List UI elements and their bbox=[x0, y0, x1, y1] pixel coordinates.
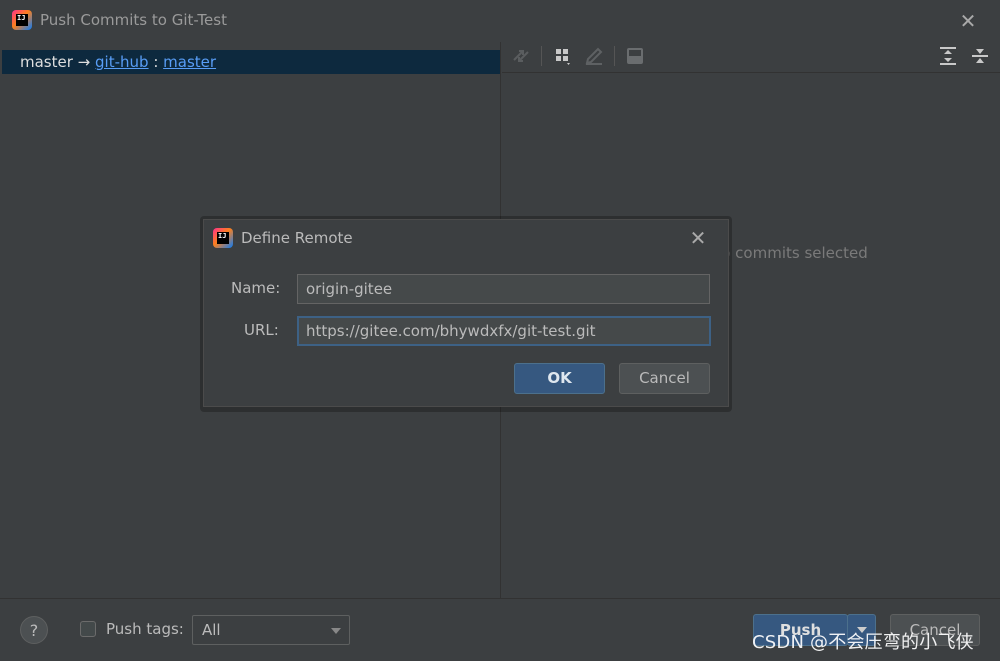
ok-button[interactable]: OK bbox=[514, 363, 605, 394]
url-label: URL: bbox=[244, 321, 279, 339]
cherry-pick-icon[interactable] bbox=[511, 46, 531, 66]
intellij-logo-icon: IJ bbox=[213, 228, 233, 248]
local-branch: master bbox=[20, 53, 73, 71]
toolbar-separator bbox=[541, 46, 542, 66]
dialog-cancel-button[interactable]: Cancel bbox=[619, 363, 710, 394]
tags-select-value: All bbox=[202, 621, 221, 639]
remote-link[interactable]: git-hub bbox=[95, 53, 149, 71]
chevron-down-icon bbox=[331, 628, 341, 634]
details-toolbar bbox=[502, 42, 1000, 73]
no-commits-text: No commits selected bbox=[710, 244, 868, 262]
dialog-title: Define Remote bbox=[241, 229, 353, 247]
remote-branch-link[interactable]: master bbox=[163, 53, 216, 71]
watermark: CSDN @不会压弯的小飞侠 bbox=[752, 632, 974, 653]
dialog-close-icon[interactable]: ✕ bbox=[688, 228, 708, 248]
remote-name-field[interactable]: origin-gitee bbox=[297, 274, 710, 304]
intellij-logo-icon: IJ bbox=[12, 10, 32, 30]
tags-select[interactable]: All bbox=[192, 615, 350, 645]
window-title: Push Commits to Git-Test bbox=[40, 11, 227, 29]
logo-text: IJ bbox=[16, 14, 28, 26]
edit-icon[interactable] bbox=[584, 46, 604, 66]
branch-row[interactable]: master → git-hub : master bbox=[2, 50, 500, 74]
push-tags-label: Push tags: bbox=[106, 620, 184, 638]
collapse-all-icon[interactable] bbox=[970, 46, 990, 66]
remote-url-field[interactable]: https://gitee.com/bhywdxfx/git-test.git bbox=[297, 316, 711, 346]
branch-separator: : bbox=[148, 53, 164, 71]
logo-text: IJ bbox=[217, 232, 229, 244]
branch-arrow: → bbox=[72, 53, 96, 71]
toolbar-separator bbox=[614, 46, 615, 66]
push-tags-checkbox[interactable] bbox=[80, 621, 96, 637]
help-button[interactable]: ? bbox=[20, 616, 48, 644]
expand-all-icon[interactable] bbox=[938, 46, 958, 66]
window-close-icon[interactable]: ✕ bbox=[958, 11, 978, 31]
preview-icon[interactable] bbox=[625, 46, 645, 66]
name-label: Name: bbox=[231, 279, 281, 297]
group-by-icon[interactable] bbox=[553, 46, 573, 66]
